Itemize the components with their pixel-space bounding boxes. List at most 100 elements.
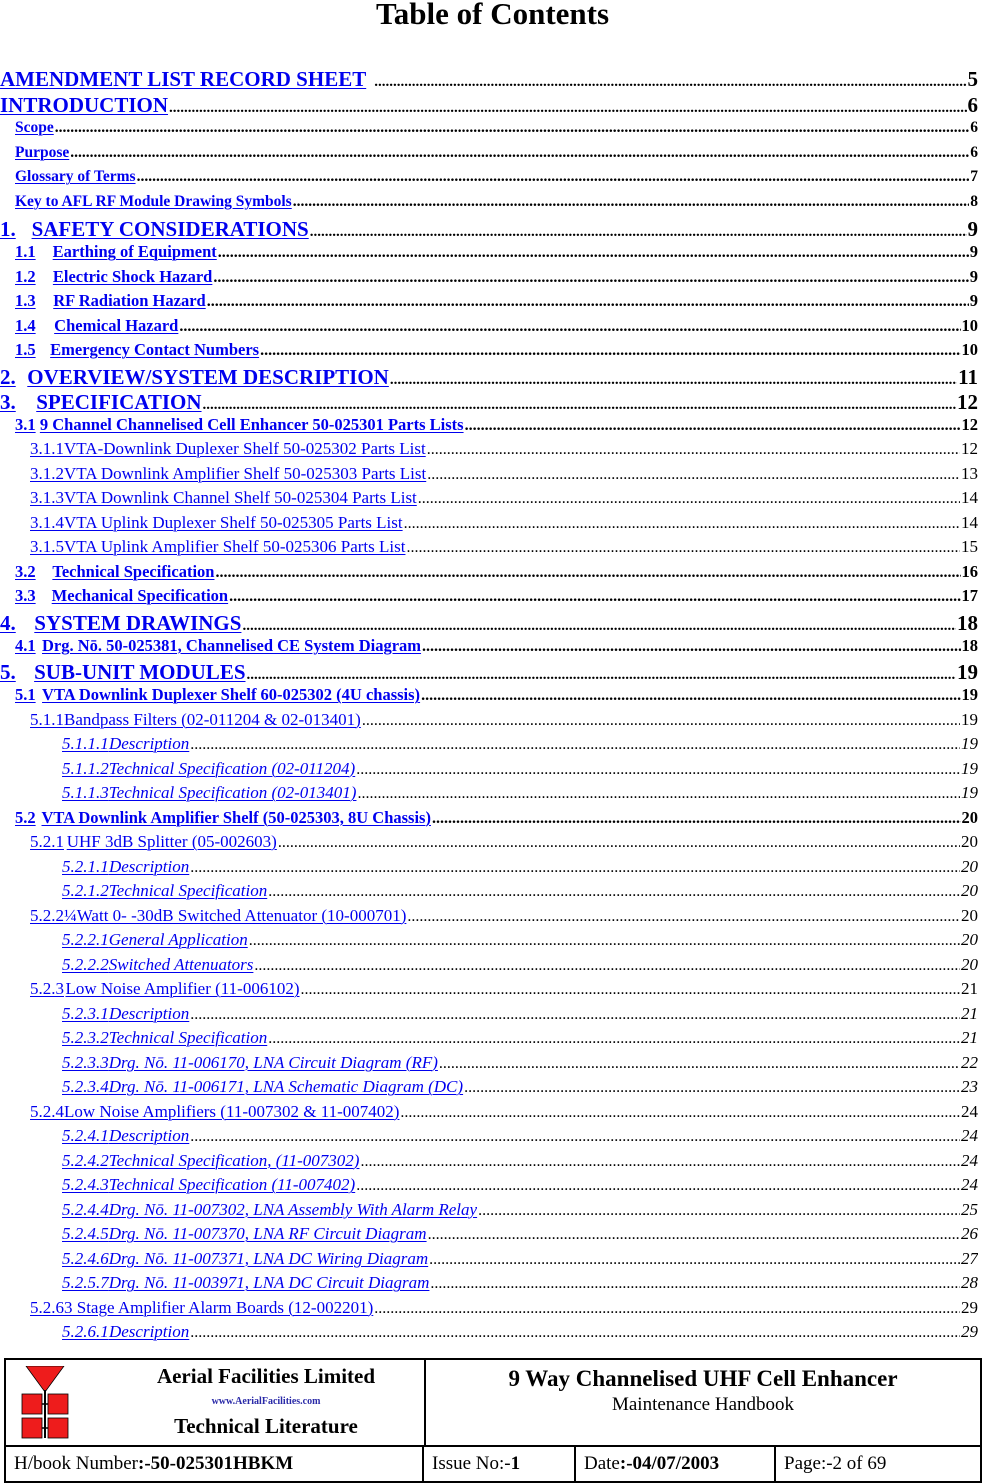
- toc-entry[interactable]: 5.2.2 ¼Watt 0- -30dB Switched Attenuator …: [0, 906, 978, 931]
- toc-entry[interactable]: 5.2.4.2 Technical Specification, (11-0073…: [0, 1151, 978, 1176]
- toc-entry-link[interactable]: Drg. Nō. 50-025381, Channelised CE Syste…: [42, 636, 421, 656]
- toc-entry-link[interactable]: Description: [109, 857, 189, 877]
- toc-entry-link[interactable]: 3 Stage Amplifier Alarm Boards (12-00220…: [64, 1298, 373, 1318]
- toc-entry[interactable]: 5.2.4 Low Noise Amplifiers (11-007302 & 1…: [0, 1102, 978, 1127]
- toc-entry-number[interactable]: 5.2.5.7: [62, 1273, 109, 1292]
- toc-entry-link[interactable]: Description: [109, 1126, 189, 1146]
- toc-entry-number[interactable]: 5.2.4.2: [62, 1151, 109, 1170]
- toc-entry-link[interactable]: UHF 3dB Splitter (05-002603): [67, 832, 277, 852]
- toc-entry-number[interactable]: 3.2: [15, 562, 36, 581]
- toc-entry-number[interactable]: 5.1.1.2: [62, 759, 109, 778]
- toc-entry[interactable]: 5.2.3Low Noise Amplifier (11-006102) 21: [0, 979, 978, 1004]
- toc-entry-link[interactable]: General Application: [109, 930, 248, 950]
- toc-entry-number[interactable]: 4.: [0, 611, 16, 635]
- toc-entry[interactable]: Scope 6: [0, 119, 978, 144]
- toc-entry-link[interactable]: Purpose: [15, 144, 69, 162]
- toc-entry-link[interactable]: 9 Channel Channelised Cell Enhancer 50-0…: [40, 415, 464, 435]
- toc-entry-number[interactable]: 1.5: [15, 340, 36, 359]
- toc-entry[interactable]: 5.1.1.3 Technical Specification (02-01340…: [0, 783, 978, 808]
- toc-entry-number[interactable]: 5.2.3.2: [62, 1028, 109, 1047]
- toc-entry[interactable]: 5. SUB-UNIT MODULES 19: [0, 660, 978, 685]
- toc-entry-link[interactable]: OVERVIEW/SYSTEM DESCRIPTION: [27, 365, 389, 390]
- toc-entry[interactable]: 5.1 VTA Downlink Duplexer Shelf 60-025302…: [0, 685, 978, 710]
- toc-entry-number[interactable]: 1.3: [15, 291, 36, 310]
- toc-entry-link[interactable]: Technical Specification: [52, 562, 214, 582]
- toc-entry-link[interactable]: VTA Downlink Amplifier Shelf 50-025303 P…: [64, 464, 426, 484]
- toc-entry[interactable]: 1. SAFETY CONSIDERATIONS 9: [0, 217, 978, 242]
- toc-entry-link[interactable]: Bandpass Filters (02-011204 & 02-013401): [64, 710, 361, 730]
- toc-entry-number[interactable]: 5.1: [15, 685, 36, 704]
- toc-entry-link[interactable]: Electric Shock Hazard: [53, 267, 212, 287]
- toc-entry[interactable]: 5.1.1 Bandpass Filters (02-011204 & 02-01…: [0, 710, 978, 735]
- toc-entry[interactable]: 1.4 Chemical Hazard 10: [0, 316, 978, 341]
- toc-entry-number[interactable]: 5.2.6.1: [62, 1322, 109, 1341]
- toc-entry-link[interactable]: AMENDMENT LIST RECORD SHEET: [0, 67, 366, 92]
- toc-entry[interactable]: 5.2.1.1Description 20: [0, 857, 978, 882]
- toc-entry[interactable]: 5.2.6 3 Stage Amplifier Alarm Boards (12-…: [0, 1298, 978, 1323]
- toc-entry[interactable]: 5.2.2.2Switched Attenuators 20: [0, 955, 978, 980]
- toc-entry-link[interactable]: Technical Specification, (11-007302): [109, 1151, 360, 1171]
- toc-entry[interactable]: 1.5 Emergency Contact Numbers 10: [0, 340, 978, 365]
- toc-entry-link[interactable]: Chemical Hazard: [54, 316, 178, 336]
- toc-entry-number[interactable]: 1.1: [15, 242, 36, 261]
- toc-entry-link[interactable]: Drg. Nō. 11-007302, LNA Assembly With Al…: [109, 1200, 477, 1220]
- toc-entry-number[interactable]: 4.1: [15, 636, 36, 655]
- toc-entry[interactable]: 3.1.1 VTA-Downlink Duplexer Shelf 50-0253…: [0, 439, 978, 464]
- toc-entry[interactable]: 5.2.4.5 Drg. Nō. 11-007370, LNA RF Circui…: [0, 1224, 978, 1249]
- toc-entry-link[interactable]: VTA Uplink Duplexer Shelf 50-025305 Part…: [64, 513, 403, 533]
- toc-entry-link[interactable]: Emergency Contact Numbers: [50, 340, 259, 360]
- toc-entry-number[interactable]: 3.1.4: [30, 513, 64, 532]
- toc-entry-link[interactable]: Description: [109, 734, 189, 754]
- toc-entry-number[interactable]: 1.2: [15, 267, 36, 286]
- toc-entry-link[interactable]: Technical Specification: [109, 1028, 267, 1048]
- toc-entry[interactable]: 3.3 Mechanical Specification 17: [0, 586, 978, 611]
- toc-entry[interactable]: AMENDMENT LIST RECORD SHEET 5: [0, 67, 978, 93]
- toc-entry[interactable]: 5.2.3.3 Drg. Nō. 11-006170, LNA Circuit D…: [0, 1053, 978, 1078]
- toc-entry-link[interactable]: Low Noise Amplifiers (11-007302 & 11-007…: [64, 1102, 399, 1122]
- toc-entry[interactable]: 5.2.4.1Description 24: [0, 1126, 978, 1151]
- toc-entry[interactable]: 5.2.3.1Description 21: [0, 1004, 978, 1029]
- toc-entry-number[interactable]: 5.2: [15, 808, 36, 827]
- toc-entry[interactable]: Purpose 6: [0, 144, 978, 169]
- toc-entry-number[interactable]: 5.1.1.1: [62, 734, 109, 753]
- toc-entry[interactable]: 5.2.6.1Description 29: [0, 1322, 978, 1347]
- toc-entry-number[interactable]: 5.2.4.6: [62, 1249, 109, 1268]
- toc-entry-link[interactable]: SAFETY CONSIDERATIONS: [32, 217, 309, 242]
- toc-entry[interactable]: 3.1.2 VTA Downlink Amplifier Shelf 50-025…: [0, 464, 978, 489]
- toc-entry[interactable]: 2. OVERVIEW/SYSTEM DESCRIPTION 11: [0, 365, 978, 390]
- toc-entry-number[interactable]: 3.1.2: [30, 464, 64, 483]
- toc-entry-link[interactable]: SYSTEM DRAWINGS: [34, 611, 241, 636]
- toc-entry[interactable]: Key to AFL RF Module Drawing Symbols 8: [0, 193, 978, 218]
- toc-entry-number[interactable]: 5.1.1: [30, 710, 64, 729]
- toc-entry-number[interactable]: 2.: [0, 365, 16, 389]
- toc-entry-link[interactable]: Mechanical Specification: [52, 586, 228, 606]
- toc-entry-number[interactable]: 3.: [0, 390, 16, 414]
- toc-entry-link[interactable]: Drg. Nō. 11-007371, LNA DC Wiring Diagra…: [109, 1249, 428, 1269]
- toc-entry-link[interactable]: Switched Attenuators: [109, 955, 254, 975]
- toc-entry-link[interactable]: VTA Uplink Amplifier Shelf 50-025306 Par…: [64, 537, 405, 557]
- toc-entry[interactable]: 5.2.1.2Technical Specification 20: [0, 881, 978, 906]
- toc-entry-link[interactable]: Glossary of Terms: [15, 168, 136, 186]
- company-url[interactable]: www.AerialFacilities.com: [116, 1396, 416, 1407]
- toc-entry-number[interactable]: 5.2.4.5: [62, 1224, 109, 1243]
- toc-entry-link[interactable]: SPECIFICATION: [36, 390, 201, 415]
- toc-entry-number[interactable]: 1.: [0, 217, 16, 241]
- toc-entry-link[interactable]: Description: [109, 1322, 189, 1342]
- toc-entry-number[interactable]: 3.1.5: [30, 537, 64, 556]
- toc-entry-number[interactable]: 5.2.2.2: [62, 955, 109, 974]
- toc-entry-link[interactable]: ¼Watt 0- -30dB Switched Attenuator (10-0…: [64, 906, 406, 926]
- toc-entry-number[interactable]: 3.1: [15, 415, 36, 434]
- toc-entry-number[interactable]: 1.4: [15, 316, 36, 335]
- toc-entry-number[interactable]: 5.2.2.1: [62, 930, 109, 949]
- toc-entry[interactable]: 3.2 Technical Specification 16: [0, 562, 978, 587]
- toc-entry-link[interactable]: Technical Specification (02-013401): [109, 783, 357, 803]
- toc-entry[interactable]: 4.1 Drg. Nō. 50-025381, Channelised CE Sy…: [0, 636, 978, 661]
- toc-entry-link[interactable]: SUB-UNIT MODULES: [34, 660, 245, 685]
- toc-entry-number[interactable]: 5.2.4: [30, 1102, 64, 1121]
- toc-entry-link[interactable]: INTRODUCTION: [0, 93, 168, 118]
- toc-entry-number[interactable]: 5.2.4.1: [62, 1126, 109, 1145]
- toc-entry-link[interactable]: Technical Specification: [109, 881, 267, 901]
- toc-entry[interactable]: INTRODUCTION 6: [0, 93, 978, 119]
- toc-entry[interactable]: 5.2 VTA Downlink Amplifier Shelf (50-0253…: [0, 808, 978, 833]
- toc-entry[interactable]: 5.2.4.6 Drg. Nō. 11-007371, LNA DC Wiring…: [0, 1249, 978, 1274]
